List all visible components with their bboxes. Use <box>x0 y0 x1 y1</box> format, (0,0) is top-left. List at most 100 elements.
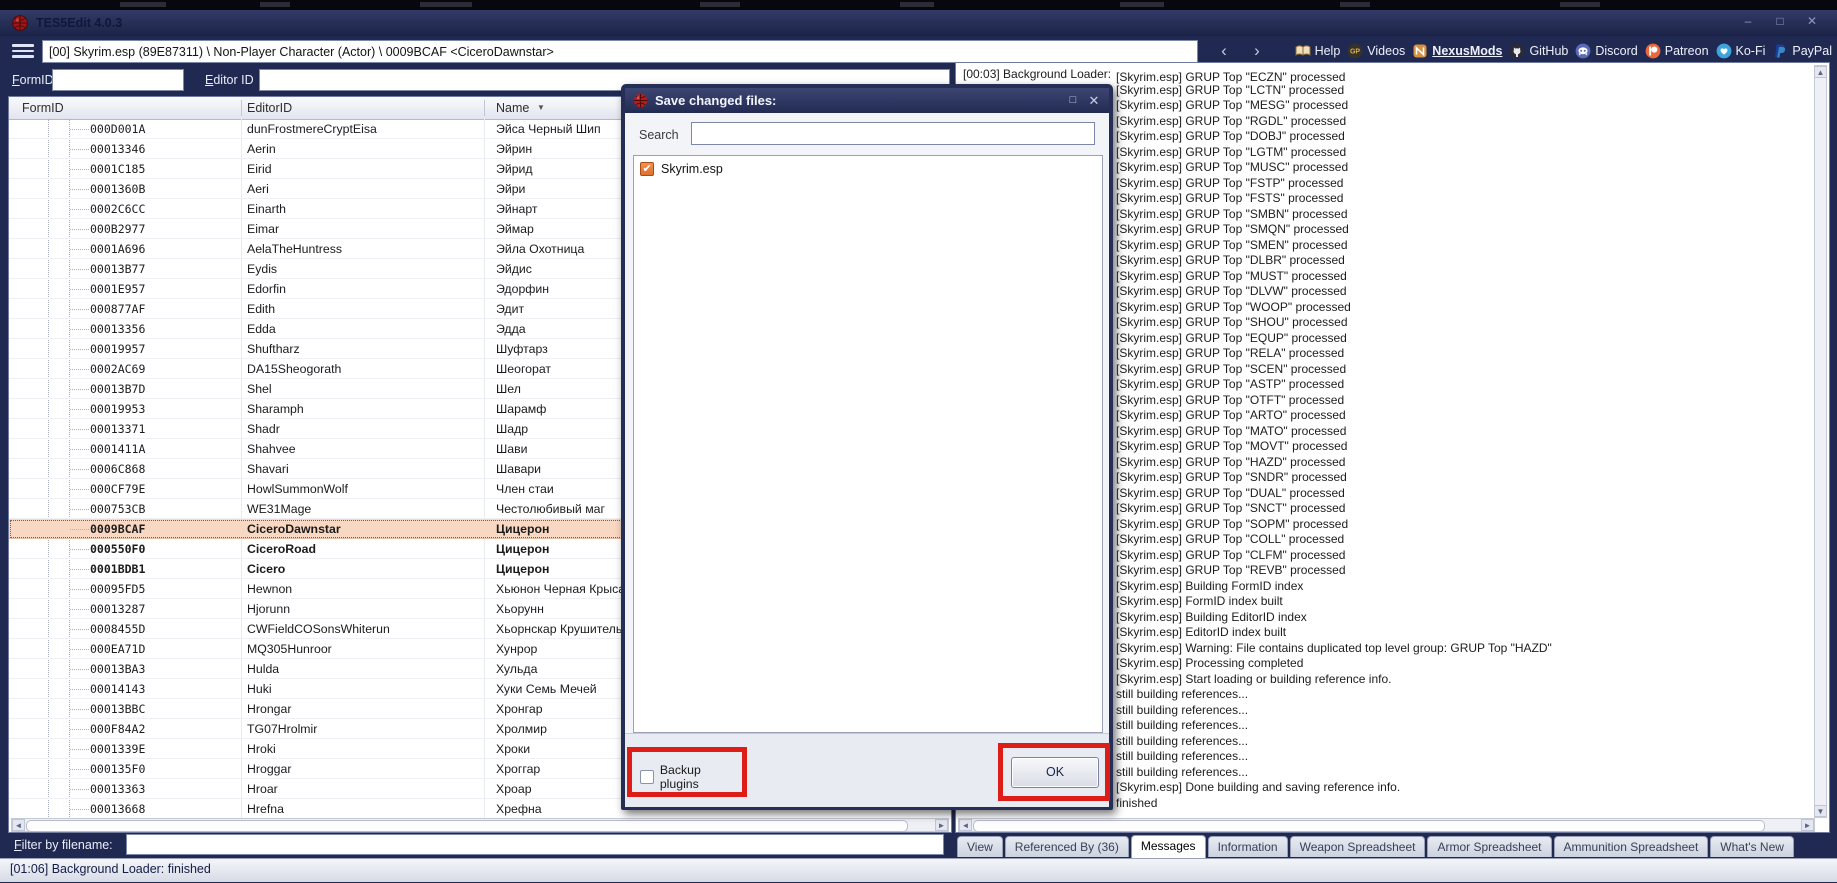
cell-editorid: Huki <box>247 682 272 696</box>
log-horizontal-scrollbar[interactable]: ◄ ► <box>958 818 1815 832</box>
tree-connector <box>70 529 89 530</box>
cell-name: Эйри <box>496 182 525 196</box>
tab-messages[interactable]: Messages <box>1131 835 1206 858</box>
log-line-text: [Skyrim.esp] GRUP Top "DLBR" processed <box>1116 253 1345 267</box>
tree-connector <box>70 609 89 610</box>
backup-plugins-checkbox[interactable] <box>640 770 654 784</box>
log-line-text: [Skyrim.esp] EditorID index built <box>1116 625 1286 639</box>
backup-plugins-option[interactable]: Backup plugins <box>640 763 742 791</box>
cell-name: Эйнарт <box>496 202 538 216</box>
window-close-button[interactable]: ✕ <box>1801 13 1823 29</box>
toolbar-link-patreon[interactable]: Patreon <box>1645 43 1709 59</box>
nav-forward-button[interactable] <box>1243 40 1271 63</box>
column-header-editorid[interactable]: EditorID <box>247 101 292 115</box>
toolbar-link-github[interactable]: GitHub <box>1509 43 1568 59</box>
cell-formid: 00013B77 <box>90 262 145 276</box>
cell-editorid: Hroar <box>247 782 278 796</box>
filter-by-filename-input[interactable] <box>126 834 944 855</box>
window-title: TES5Edit 4.0.3 <box>36 16 122 30</box>
cell-formid: 0006C868 <box>90 462 145 476</box>
tree-connector <box>70 629 89 630</box>
tree-connector <box>70 689 89 690</box>
cell-name: Хьорунн <box>496 602 544 616</box>
cell-editorid: CWFieldCOSonsWhiterun <box>247 622 390 636</box>
tab-referenced-by-36[interactable]: Referenced By (36) <box>1005 836 1129 857</box>
cell-formid: 0001A696 <box>90 242 145 256</box>
dialog-maximize-button[interactable] <box>1065 93 1081 108</box>
tab-weapon-spreadsheet[interactable]: Weapon Spreadsheet <box>1290 836 1426 857</box>
cell-formid: 00013356 <box>90 322 145 336</box>
toolbar-link-paypal[interactable]: PayPal <box>1772 43 1832 59</box>
cell-editorid: Hewnon <box>247 582 292 596</box>
main-menu-button[interactable] <box>12 44 34 59</box>
toolbar-link-kofi[interactable]: Ko-Fi <box>1716 43 1766 59</box>
cell-editorid: WE31Mage <box>247 502 311 516</box>
cell-editorid: Edith <box>247 302 275 316</box>
status-text: [01:06] Background Loader: finished <box>10 862 211 876</box>
column-header-name[interactable]: Name <box>496 101 529 115</box>
tree-connector <box>70 729 89 730</box>
log-line-text: [Skyrim.esp] GRUP Top "SMQN" processed <box>1116 222 1349 236</box>
log-line-text: [Skyrim.esp] GRUP Top "SHOU" processed <box>1116 315 1348 329</box>
log-line-text: [Skyrim.esp] Building EditorID index <box>1116 610 1307 624</box>
cell-formid: 000550F0 <box>90 542 145 556</box>
detail-tabs: ViewReferenced By (36)MessagesInformatio… <box>957 836 1794 858</box>
tab-what-s-new[interactable]: What's New <box>1710 836 1794 857</box>
dialog-close-button[interactable] <box>1086 93 1102 108</box>
tree-connector <box>70 569 89 570</box>
toolbar-link-label: Videos <box>1367 44 1405 58</box>
log-line-text: still building references... <box>1116 687 1248 701</box>
cell-name: Шеогорат <box>496 362 551 376</box>
file-list-item[interactable]: Skyrim.esp <box>640 162 723 176</box>
toolbar-link-help[interactable]: Help <box>1295 43 1341 59</box>
cell-formid: 00013363 <box>90 782 145 796</box>
cell-formid: 000753CB <box>90 502 145 516</box>
log-line-text: [Skyrim.esp] GRUP Top "EQUP" processed <box>1116 331 1347 345</box>
cell-name: Хронгар <box>496 702 543 716</box>
cell-formid: 000D001A <box>90 122 145 136</box>
tree-connector <box>70 209 89 210</box>
cell-editorid: HowlSummonWolf <box>247 482 348 496</box>
column-header-formid[interactable]: FormID <box>22 101 64 115</box>
tab-information[interactable]: Information <box>1208 836 1288 857</box>
toolbar-link-videos[interactable]: GPVideos <box>1347 43 1405 59</box>
log-line-text: [Skyrim.esp] Start loading or building r… <box>1116 672 1391 686</box>
tab-armor-spreadsheet[interactable]: Armor Spreadsheet <box>1427 836 1551 857</box>
tab-ammunition-spreadsheet[interactable]: Ammunition Spreadsheet <box>1554 836 1709 857</box>
cell-editorid: Shavari <box>247 462 289 476</box>
nav-back-button[interactable] <box>1210 40 1238 63</box>
ok-button[interactable]: OK <box>1011 757 1099 788</box>
window-maximize-button[interactable]: □ <box>1769 13 1791 29</box>
backup-plugins-annotation-box: Backup plugins <box>627 747 747 797</box>
status-bar <box>0 858 1837 882</box>
tree-connector <box>70 309 89 310</box>
window-minimize-button[interactable]: – <box>1737 13 1759 29</box>
cell-name: Эдит <box>496 302 524 316</box>
filter-by-filename-label: Filter by filename: <box>14 838 113 852</box>
tree-connector <box>70 669 89 670</box>
dialog-search-input[interactable] <box>691 122 1095 145</box>
file-checkbox[interactable] <box>640 162 654 176</box>
cell-formid: 00013BA3 <box>90 662 145 676</box>
cell-name: Хуки Семь Мечей <box>496 682 597 696</box>
toolbar-links: Help GPVideos NexusMods GitHub Discord Patreo… <box>1280 38 1832 64</box>
breadcrumb-input[interactable] <box>42 40 1198 63</box>
dialog-search-label: Search <box>639 128 679 142</box>
log-line-text: [Skyrim.esp] GRUP Top "SNCT" processed <box>1116 501 1345 515</box>
tree-connector <box>70 149 89 150</box>
cell-formid: 00013B7D <box>90 382 145 396</box>
tab-view[interactable]: View <box>957 836 1003 857</box>
cell-formid: 00013668 <box>90 802 145 816</box>
cell-editorid: Shel <box>247 382 272 396</box>
cell-formid: 0001360B <box>90 182 145 196</box>
cell-name: Эйдис <box>496 262 532 276</box>
toolbar-link-nexusmods[interactable]: NexusMods <box>1412 43 1502 59</box>
tree-connector <box>70 289 89 290</box>
cell-name: Шуфтарз <box>496 342 548 356</box>
toolbar-link-discord[interactable]: Discord <box>1575 43 1637 59</box>
cell-name: Эйрид <box>496 162 533 176</box>
table-horizontal-scrollbar[interactable]: ◄ ► <box>11 818 949 832</box>
cell-name: Шарамф <box>496 402 546 416</box>
formid-input[interactable] <box>52 69 184 91</box>
log-vertical-scrollbar[interactable]: ▲ ▼ <box>1814 65 1827 818</box>
